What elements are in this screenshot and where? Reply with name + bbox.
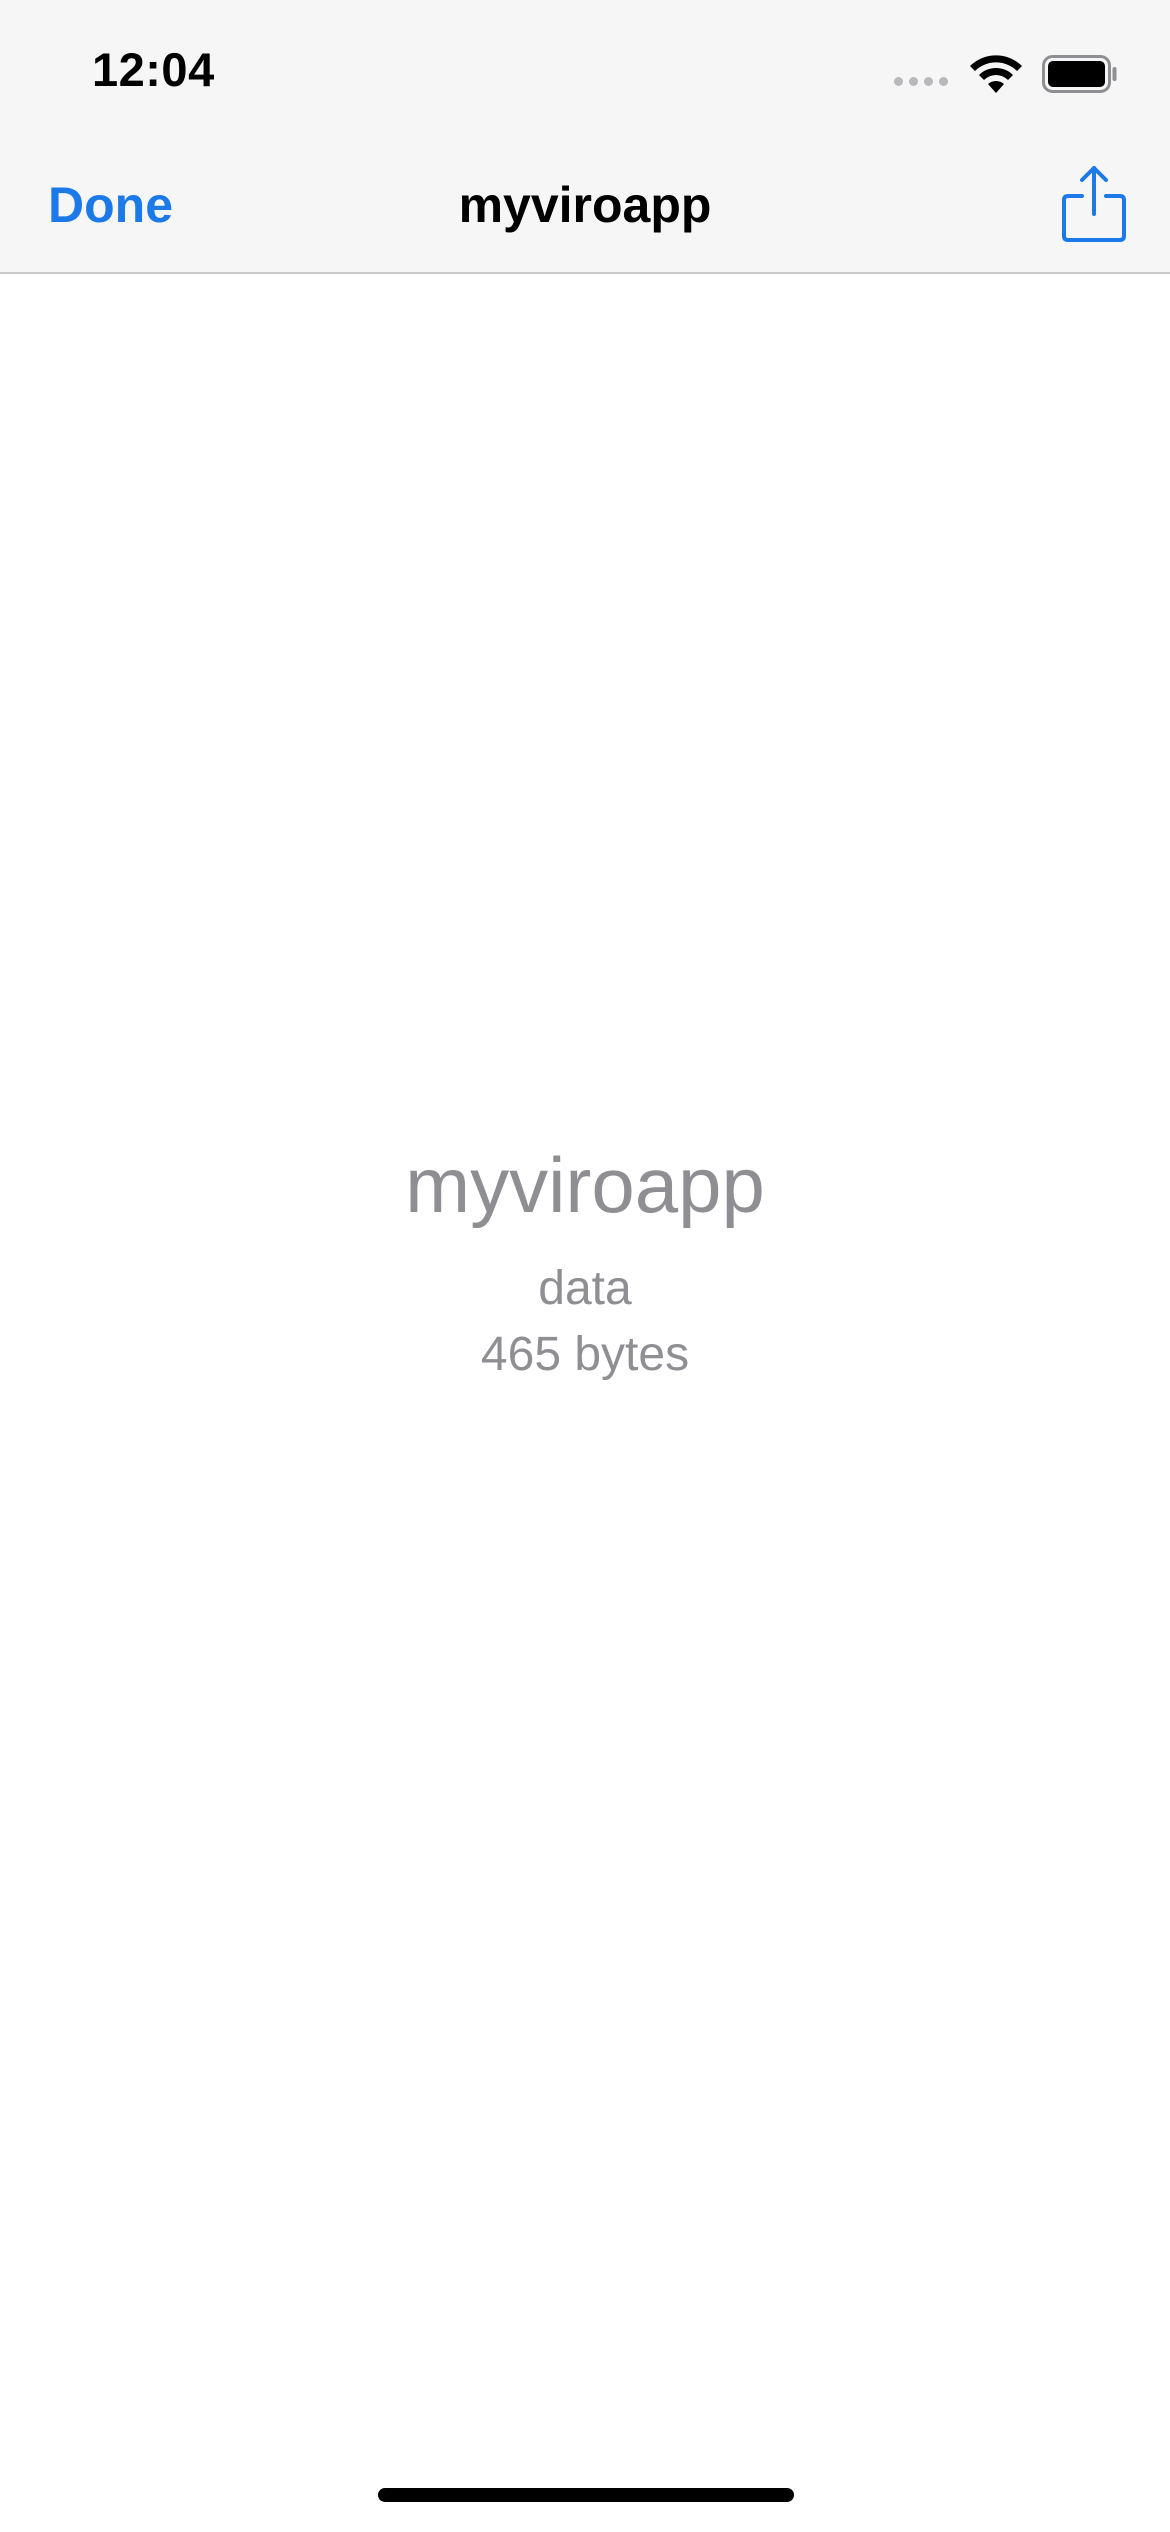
- file-size: 465 bytes: [480, 1328, 690, 1381]
- status-icons: [894, 50, 1118, 98]
- page-title: myviroapp: [458, 177, 712, 233]
- done-button[interactable]: Done: [48, 176, 173, 234]
- file-type: data: [538, 1262, 632, 1315]
- file-name: myviroapp: [405, 1141, 765, 1229]
- home-indicator[interactable]: [378, 2488, 794, 2502]
- battery-icon: [1042, 55, 1117, 93]
- share-icon[interactable]: [1058, 164, 1130, 244]
- top-bar: 12:04 Done myviroapp: [0, 0, 1170, 274]
- status-time: 12:04: [92, 43, 215, 96]
- cellular-signal-icon: [894, 76, 948, 86]
- wifi-icon: [970, 55, 1022, 93]
- file-info: myviroapp data 465 bytes: [0, 1130, 1170, 1388]
